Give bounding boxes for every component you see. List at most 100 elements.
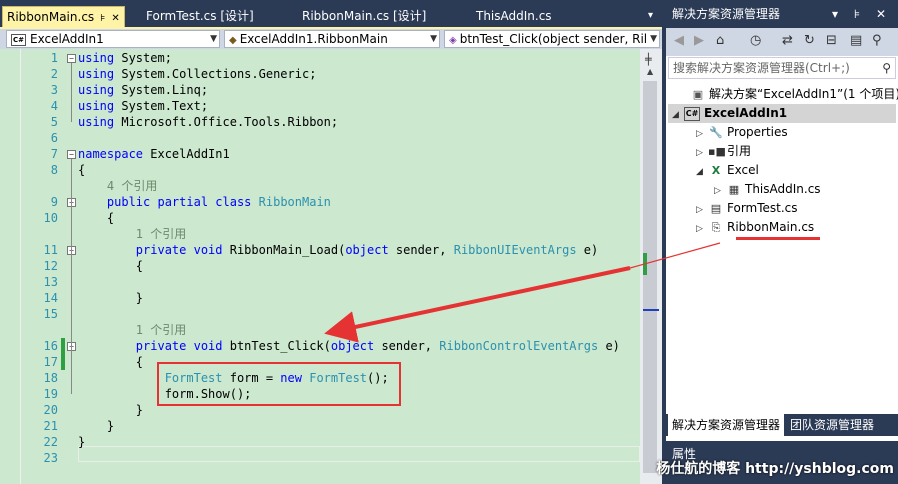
tree-item[interactable]: ▷ 🔧 Properties xyxy=(666,123,898,142)
properties-icon[interactable]: ⚲ xyxy=(872,33,882,48)
split-handle-icon[interactable]: ╪ xyxy=(645,53,652,66)
line-number: 23 xyxy=(43,451,58,465)
code-line[interactable]: { xyxy=(78,162,85,178)
code-line[interactable]: { xyxy=(78,354,143,370)
sync-icon[interactable]: ⇄ xyxy=(782,33,793,48)
member-dropdown[interactable]: ◈ btnTest_Click(object sender, Ril ▼ xyxy=(444,30,660,48)
tree-item[interactable]: ◢ X Excel xyxy=(666,161,898,180)
line-number: 10 xyxy=(43,211,58,225)
tab-formtest-design[interactable]: FormTest.cs [设计] xyxy=(142,6,258,26)
type-token: RibbonMain xyxy=(258,195,331,209)
tab-label: ThisAddIn.cs xyxy=(476,9,552,23)
tree-item-label: FormTest.cs xyxy=(727,201,798,215)
tree-item-label: 引用 xyxy=(727,144,752,158)
refresh-icon[interactable]: ↻ xyxy=(804,33,815,48)
tab-ribbonmain-cs[interactable]: RibbonMain.cs ⊧ ✕ xyxy=(2,6,125,28)
code-line[interactable]: } xyxy=(78,290,143,306)
code-line[interactable]: using System.Text; xyxy=(78,98,208,114)
solution-search-input[interactable]: 搜索解决方案资源管理器(Ctrl+;) ⚲ xyxy=(668,57,896,79)
tab-solution-explorer[interactable]: 解决方案资源管理器 xyxy=(668,414,785,436)
history-icon[interactable]: ◷ xyxy=(750,33,761,48)
fold-toggle-icon[interactable]: − xyxy=(67,54,76,63)
ribbon-file-icon: ⎘ xyxy=(711,221,721,234)
code-line[interactable]: } xyxy=(78,418,114,434)
tree-item-label: 解决方案“ExcelAddIn1”(1 个项目) xyxy=(709,87,898,101)
member-dropdown-value: btnTest_Click(object sender, Ril xyxy=(459,32,648,46)
keyword-token: private void xyxy=(135,243,223,257)
project-dropdown[interactable]: C# ExcelAddIn1 ▼ xyxy=(6,30,220,48)
keyword-token: using xyxy=(78,51,115,65)
code-line[interactable]: 4 个引用 xyxy=(78,178,157,194)
scroll-thumb[interactable] xyxy=(643,81,657,473)
code-line[interactable]: { xyxy=(78,210,114,226)
code-token: } xyxy=(78,291,144,305)
chevron-down-icon: ▼ xyxy=(650,31,657,47)
tree-item[interactable]: ▷ ▪■引用 xyxy=(666,142,898,161)
home-icon[interactable]: ⌂ xyxy=(716,33,724,48)
code-line[interactable]: 1 个引用 xyxy=(78,322,186,338)
code-line[interactable]: using Microsoft.Office.Tools.Ribbon; xyxy=(78,114,338,130)
pin-icon[interactable]: ⊧ xyxy=(100,13,105,24)
tree-item[interactable]: ◢ C# ExcelAddIn1 xyxy=(668,104,896,123)
line-number: 8 xyxy=(50,163,58,177)
tree-item-label: Properties xyxy=(727,125,788,139)
tab-ribbonmain-design[interactable]: RibbonMain.cs [设计] xyxy=(298,6,430,26)
csharp-project-icon: C# xyxy=(684,106,700,121)
fold-toggle-icon[interactable]: − xyxy=(67,150,76,159)
code-line[interactable]: using System.Linq; xyxy=(78,82,208,98)
code-line[interactable]: namespace ExcelAddIn1 xyxy=(78,146,230,162)
tree-item[interactable]: ▷ ▦ ThisAddIn.cs xyxy=(666,180,898,199)
code-line[interactable]: { xyxy=(78,258,143,274)
tab-team-explorer[interactable]: 团队资源管理器 xyxy=(786,414,878,436)
code-line[interactable]: private void RibbonMain_Load(object send… xyxy=(78,242,598,258)
window-buttons[interactable]: ▾ ⊧ ✕ xyxy=(832,0,892,28)
class-dropdown-value: ExcelAddIn1.RibbonMain xyxy=(239,32,388,46)
code-editor[interactable]: 1234567891011121314151617181920212223−−−… xyxy=(0,49,640,484)
collapse-all-icon[interactable]: ⊟ xyxy=(826,33,837,48)
code-line[interactable]: } xyxy=(78,402,143,418)
line-number: 4 xyxy=(50,99,58,113)
code-line[interactable]: public partial class RibbonMain xyxy=(78,194,331,210)
class-dropdown[interactable]: ◆ ExcelAddIn1.RibbonMain ▼ xyxy=(224,30,440,48)
code-line[interactable]: private void btnTest_Click(object sender… xyxy=(78,338,620,354)
line-number: 20 xyxy=(43,403,58,417)
tree-item[interactable]: ▣ 解决方案“ExcelAddIn1”(1 个项目) xyxy=(666,85,898,104)
solution-explorer-titlebar: 解决方案资源管理器 ▾ ⊧ ✕ xyxy=(666,0,898,28)
close-icon[interactable]: ✕ xyxy=(111,13,119,24)
references-icon: ▪■ xyxy=(708,145,726,158)
tab-thisaddin-cs[interactable]: ThisAddIn.cs xyxy=(472,6,556,26)
editor-vertical-scrollbar[interactable]: ╪ ▲ xyxy=(640,49,662,484)
reference-count[interactable]: 1 个引用 xyxy=(78,323,186,337)
method-icon: ◈ xyxy=(449,35,457,46)
search-icon[interactable]: ⚲ xyxy=(882,58,891,78)
show-all-files-icon[interactable]: ▤ xyxy=(850,33,862,48)
keyword-token: private void xyxy=(135,339,223,353)
code-token: } xyxy=(78,435,86,449)
reference-count[interactable]: 4 个引用 xyxy=(78,179,157,193)
reference-count[interactable]: 1 个引用 xyxy=(78,227,186,241)
excel-icon: X xyxy=(711,164,721,177)
forward-icon[interactable]: ▶ xyxy=(694,33,704,48)
tree-item-label: Excel xyxy=(727,163,759,177)
code-line[interactable]: 1 个引用 xyxy=(78,226,186,242)
tab-overflow-icon[interactable]: ▾ xyxy=(644,6,657,26)
highlight-underline xyxy=(736,237,820,240)
scroll-up-icon[interactable]: ▲ xyxy=(647,67,653,76)
code-line[interactable]: } xyxy=(78,434,85,450)
tree-item-label: RibbonMain.cs xyxy=(727,220,815,234)
line-number: 12 xyxy=(43,259,58,273)
code-token: { xyxy=(78,211,115,225)
code-line[interactable]: using System.Collections.Generic; xyxy=(78,66,316,82)
keyword-token: namespace xyxy=(78,147,144,161)
back-icon[interactable]: ◀ xyxy=(674,33,684,48)
keyword-token: using xyxy=(78,99,115,113)
tree-item[interactable]: ▷ ▤ FormTest.cs xyxy=(666,199,898,218)
expand-toggle-icon[interactable]: ▷ xyxy=(696,220,708,239)
tree-item[interactable]: ▷ ⎘ RibbonMain.cs xyxy=(666,218,898,237)
solution-icon: ▣ xyxy=(692,88,704,101)
code-line[interactable]: using System; xyxy=(78,50,172,66)
